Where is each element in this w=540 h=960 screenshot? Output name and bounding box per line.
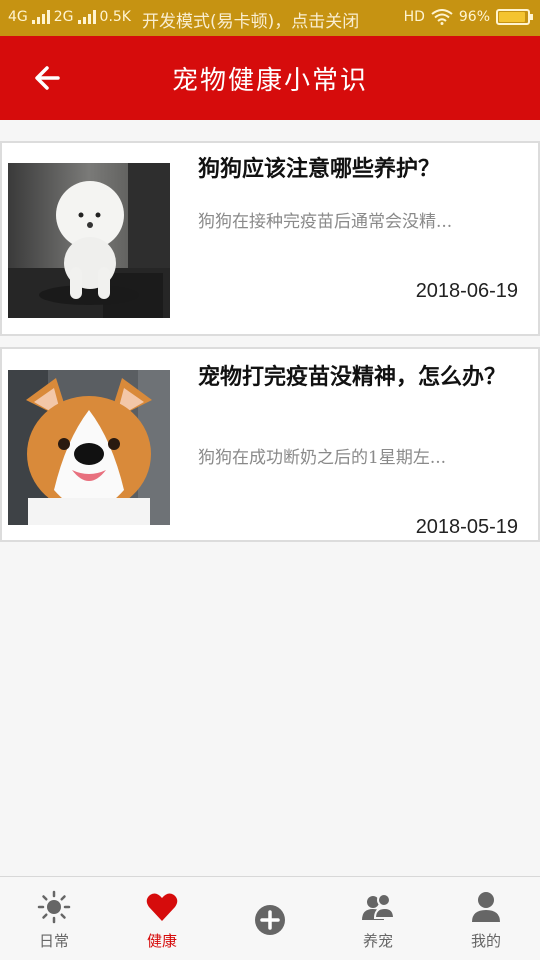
dev-mode-notice[interactable]: 开发模式(易卡顿)，点击关闭: [142, 7, 359, 32]
article-title: 狗狗应该注意哪些养护？: [198, 156, 441, 182]
signal-icon: [31, 10, 50, 24]
article-date: 2018-05-19: [415, 516, 518, 538]
plus-circle-icon: [255, 905, 285, 935]
article-title: 宠物打完疫苗没精神，怎么办？: [198, 364, 507, 390]
network-speed: 0.5K: [99, 9, 131, 25]
tab-label: 健康: [146, 932, 177, 950]
tab-daily[interactable]: 日常: [0, 877, 108, 960]
article-summary: 狗狗在接种完疫苗后通常会没精...: [198, 212, 453, 232]
hd-label: HD: [403, 9, 425, 25]
article-card[interactable]: 宠物打完疫苗没精神，怎么办？ 狗狗在成功断奶之后的1星期左... 2018-05…: [0, 347, 540, 542]
network-2g-label: 2G: [53, 9, 74, 25]
article-summary: 狗狗在成功断奶之后的1星期左...: [198, 448, 447, 468]
tab-label: 我的: [470, 932, 501, 950]
tab-health[interactable]: 健康: [108, 877, 216, 960]
white-poodle-photo: [8, 163, 170, 318]
article-card[interactable]: 狗狗应该注意哪些养护？ 狗狗在接种完疫苗后通常会没精... 2018-06-19: [0, 141, 540, 336]
signal-icon-2: [77, 10, 96, 24]
tab-label: 养宠: [362, 932, 393, 950]
corgi-photo: [8, 370, 170, 525]
network-4g-label: 4G: [8, 9, 28, 25]
battery-icon: [496, 9, 533, 25]
person-icon: [472, 892, 500, 922]
app-bar: 宠物健康小常识: [0, 36, 540, 120]
people-icon: [362, 893, 395, 920]
battery-percent: 96%: [458, 9, 490, 25]
page-title: 宠物健康小常识: [171, 66, 368, 96]
heart-icon: [146, 893, 178, 921]
status-bar: 4G 2G 0.5K 开发模式(易卡顿)，点击关闭 HD 96%: [0, 0, 540, 36]
tab-mine[interactable]: 我的: [432, 877, 540, 960]
status-right: HD 96%: [403, 9, 533, 25]
tab-label: 日常: [38, 932, 69, 950]
article-thumbnail-corgi: [8, 370, 170, 525]
tab-add[interactable]: [216, 877, 324, 960]
bottom-nav: 日常 健康 养宠 我的: [0, 876, 540, 960]
wifi-icon: [431, 9, 453, 25]
sun-icon: [37, 890, 71, 924]
article-thumbnail-poodle: [8, 163, 170, 318]
tab-pets[interactable]: 养宠: [324, 877, 432, 960]
status-left: 4G 2G 0.5K: [8, 9, 131, 25]
article-date: 2018-06-19: [415, 280, 518, 302]
